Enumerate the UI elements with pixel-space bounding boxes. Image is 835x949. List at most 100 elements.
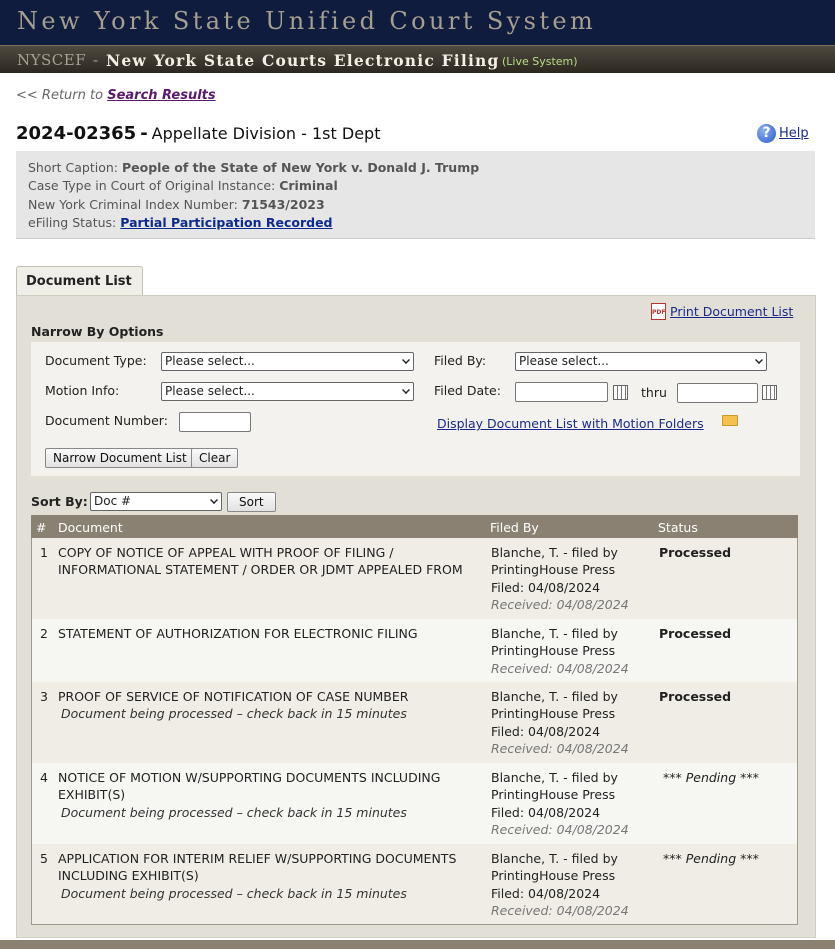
status-badge: Processed (659, 626, 732, 641)
chevron-down-icon (402, 386, 410, 394)
row-num: 1 (40, 545, 48, 560)
filed-date: Filed: 04/08/2024 (491, 579, 601, 595)
processing-note: Document being processed – check back in… (61, 885, 407, 901)
status-link[interactable]: Partial Participation Recorded (120, 215, 332, 230)
processing-note: Document being processed – check back in… (61, 804, 407, 820)
return-prefix: << Return to (16, 88, 104, 103)
index-number: New York Criminal Index Number: 71543/20… (28, 197, 325, 212)
row-num: 3 (40, 689, 48, 704)
calendar-icon[interactable] (613, 385, 628, 400)
document-type-label: Document Type: (45, 353, 147, 368)
table-header: # Document Filed By Status (31, 515, 798, 538)
filer: Blanche, T. - filed by (491, 770, 618, 785)
filer: Blanche, T. - filed by (491, 689, 618, 704)
return-nav: << Return to Search Results (16, 88, 216, 103)
filer-agent: PrintingHouse Press (491, 643, 616, 659)
document-number-label: Document Number: (45, 413, 168, 428)
case-type-label: Case Type in Court of Original Instance: (28, 178, 276, 193)
court-name: Appellate Division - 1st Dept (151, 124, 381, 143)
sort-by-label: Sort By: (31, 494, 88, 509)
row-document: PROOF OF SERVICE OF NOTIFICATION OF CASE… (58, 688, 408, 723)
status-badge: *** Pending *** (663, 851, 759, 866)
search-results-link[interactable]: Search Results (107, 88, 215, 103)
case-summary: Short Caption: People of the State of Ne… (16, 151, 815, 239)
index-label: New York Criminal Index Number: (28, 197, 238, 212)
sort-button[interactable]: Sort (227, 492, 276, 512)
separator-dash: - (93, 51, 99, 69)
help-icon[interactable]: ? (757, 124, 776, 143)
table-row: 4 NOTICE OF MOTION W/SUPPORTING DOCUMENT… (32, 763, 797, 844)
caption-value: People of the State of New York v. Donal… (121, 160, 480, 175)
row-filed-by: Blanche, T. - filed by PrintingHouse Pre… (491, 544, 629, 613)
table-row: 1 COPY OF NOTICE OF APPEAL WITH PROOF OF… (32, 538, 797, 619)
site-title: New York State Unified Court System (17, 7, 597, 35)
document-type-value: Please select... (165, 354, 255, 368)
filed-date-label: Filed Date: (434, 383, 501, 398)
received-date: Received: 04/08/2024 (491, 902, 629, 918)
row-document: COPY OF NOTICE OF APPEAL WITH PROOF OF F… (58, 544, 463, 579)
document-type-select[interactable]: Please select... (161, 352, 414, 371)
received-date: Received: 04/08/2024 (491, 740, 629, 756)
site-banner: New York State Unified Court System (0, 0, 835, 45)
table-row: 3 PROOF OF SERVICE OF NOTIFICATION OF CA… (32, 682, 797, 763)
filed-by-value: Please select... (519, 354, 609, 368)
document-title: NOTICE OF MOTION W/SUPPORTING DOCUMENTS … (58, 770, 441, 785)
thru-label: thru (641, 385, 667, 400)
document-title: COPY OF NOTICE OF APPEAL WITH PROOF OF F… (58, 545, 394, 560)
footer-bar (0, 940, 835, 949)
document-title: STATEMENT OF AUTHORIZATION FOR ELECTRONI… (58, 626, 418, 641)
header-filed-by: Filed By (490, 520, 539, 535)
filer: Blanche, T. - filed by (491, 545, 618, 560)
header-num: # (36, 520, 47, 535)
filer: Blanche, T. - filed by (491, 626, 618, 641)
document-number-input[interactable] (179, 412, 251, 432)
filer-agent: PrintingHouse Press (491, 868, 616, 884)
clear-button[interactable]: Clear (191, 448, 239, 468)
filer-agent: PrintingHouse Press (491, 706, 616, 722)
motion-info-value: Please select... (165, 384, 255, 398)
row-document: APPLICATION FOR INTERIM RELIEF W/SUPPORT… (58, 850, 456, 902)
help-link[interactable]: Help (779, 126, 809, 141)
row-filed-by: Blanche, T. - filed by PrintingHouse Pre… (491, 688, 629, 757)
chevron-down-icon (402, 356, 410, 364)
sort-by-value: Doc # (94, 494, 132, 508)
filed-date-to-input[interactable] (677, 383, 758, 403)
help-button[interactable]: ? Help (757, 124, 809, 143)
filed-date: Filed: 04/08/2024 (491, 885, 601, 901)
table-row: 2 STATEMENT OF AUTHORIZATION FOR ELECTRO… (32, 619, 797, 682)
tab-document-list[interactable]: Document List (16, 266, 143, 296)
narrow-document-list-button[interactable]: Narrow Document List (45, 448, 195, 468)
document-title-cont: EXHIBIT(S) (58, 787, 126, 803)
processing-note: Document being processed – check back in… (61, 706, 407, 722)
status-badge: Processed (659, 545, 732, 560)
filed-by-select[interactable]: Please select... (515, 352, 767, 371)
system-bar: NYSCEF - New York State Courts Electroni… (0, 45, 835, 73)
case-heading: 2024-02365 - Appellate Division - 1st De… (16, 123, 380, 144)
filed-date: Filed: 04/08/2024 (491, 723, 601, 739)
print-document-list[interactable]: PDF Print Document List (651, 303, 793, 320)
case-dash: - (140, 123, 148, 144)
index-value: 71543/2023 (241, 197, 325, 212)
filer-agent: PrintingHouse Press (491, 562, 616, 578)
folder-icon[interactable] (722, 415, 738, 426)
filer-agent: PrintingHouse Press (491, 787, 616, 803)
row-document: STATEMENT OF AUTHORIZATION FOR ELECTRONI… (58, 625, 418, 642)
document-title: PROOF OF SERVICE OF NOTIFICATION OF CASE… (58, 689, 409, 704)
case-type: Case Type in Court of Original Instance:… (28, 178, 338, 193)
status-badge: Processed (659, 689, 732, 704)
filer: Blanche, T. - filed by (491, 851, 618, 866)
sort-by-select[interactable]: Doc # (90, 492, 222, 511)
header-status: Status (658, 520, 698, 535)
document-title: APPLICATION FOR INTERIM RELIEF W/SUPPORT… (58, 851, 457, 866)
pdf-icon[interactable]: PDF (651, 303, 666, 320)
chevron-down-icon (210, 496, 218, 504)
filed-date-from-input[interactable] (515, 382, 608, 402)
motion-info-select[interactable]: Please select... (161, 382, 414, 401)
row-num: 5 (40, 851, 48, 866)
motion-info-label: Motion Info: (45, 383, 120, 398)
row-document: NOTICE OF MOTION W/SUPPORTING DOCUMENTS … (58, 769, 440, 821)
calendar-icon[interactable] (762, 385, 777, 400)
chevron-down-icon (755, 356, 763, 364)
print-link[interactable]: Print Document List (670, 304, 793, 319)
motion-folders-link[interactable]: Display Document List with Motion Folder… (437, 416, 704, 431)
